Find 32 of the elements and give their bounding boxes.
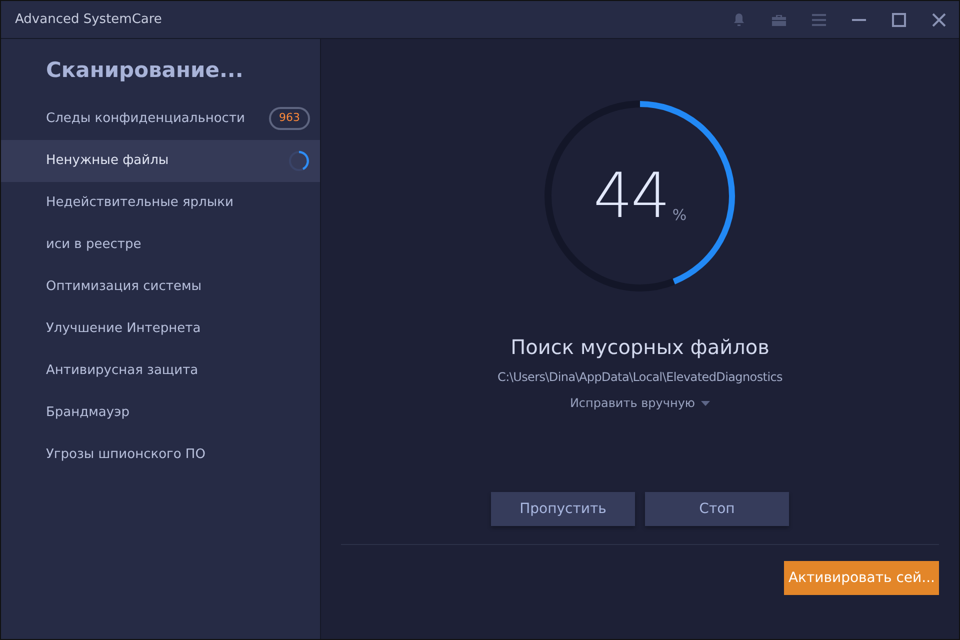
action-button[interactable]: Стоп	[645, 492, 789, 526]
maximize-icon[interactable]	[890, 10, 908, 28]
item-label: иси в реестре	[46, 236, 142, 254]
item-label: Следы конфиденциальности	[46, 110, 245, 128]
spinner-icon	[288, 150, 310, 172]
scan-path: C:\Users\Dina\AppData\Local\ElevatedDiagnostics	[498, 369, 782, 386]
sidebar-item[interactable]: Следы конфиденциальности 963	[1, 98, 320, 140]
caret-icon	[701, 400, 710, 406]
count-badge: 963	[269, 107, 310, 130]
item-label: Оптимизация системы	[46, 278, 202, 296]
sidebar-item[interactable]: Угрозы шпионского ПО	[1, 434, 320, 476]
item-label: Улучшение Интернета	[46, 320, 201, 338]
sidebar-item[interactable]: Недействительные ярлыки	[1, 182, 320, 224]
item-label: Угрозы шпионского ПО	[46, 446, 206, 464]
sidebar-item[interactable]: Улучшение Интернета	[1, 308, 320, 350]
close-icon[interactable]	[930, 10, 948, 28]
sidebar-item[interactable]: Ненужные файлы	[1, 140, 320, 182]
action-button[interactable]: Пропустить	[491, 492, 635, 526]
item-label: Антивирусная защита	[46, 362, 198, 380]
fix-mode-dropdown[interactable]: Исправить вручную	[570, 394, 710, 412]
item-label: Недействительные ярлыки	[46, 194, 234, 212]
window-title: Advanced SystemCare	[15, 10, 162, 29]
scan-title: Поиск мусорных файлов	[510, 334, 770, 361]
sidebar-item[interactable]: Антивирусная защита	[1, 350, 320, 392]
sidebar-item[interactable]: иси в реестре	[1, 224, 320, 266]
item-label: Ненужные файлы	[46, 152, 169, 170]
percent-value: 44	[593, 165, 668, 227]
sidebar-item[interactable]: Брандмауэр	[1, 392, 320, 434]
percent-sign: %	[672, 204, 687, 226]
sidebar-item[interactable]: Оптимизация системы	[1, 266, 320, 308]
item-label: Брандмауэр	[46, 404, 130, 422]
sidebar-heading: Сканирование...	[45, 57, 244, 84]
